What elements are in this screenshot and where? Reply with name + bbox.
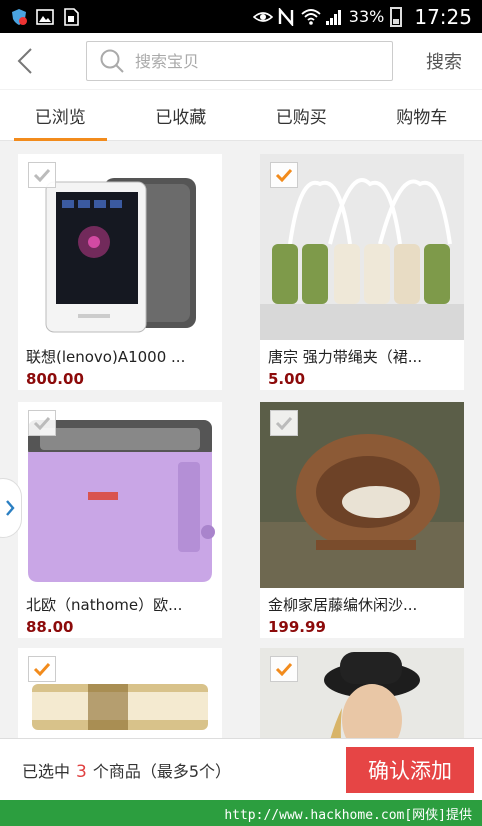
watermark: http://www.hackhome.com[网侠]提供	[0, 800, 482, 826]
wifi-icon	[301, 8, 321, 26]
product-image	[18, 648, 222, 738]
select-checkbox[interactable]	[28, 656, 56, 682]
tab-favorites[interactable]: 已收藏	[121, 90, 242, 140]
sim-card-icon	[62, 7, 80, 26]
product-image	[260, 648, 464, 738]
select-checkbox[interactable]	[270, 410, 298, 436]
product-name: 唐宗 强力带绳夹（裙...	[268, 348, 423, 366]
confirm-add-button[interactable]: 确认添加	[346, 747, 474, 793]
battery-icon	[390, 6, 403, 27]
product-card[interactable]	[18, 648, 222, 738]
product-price: 88.00	[26, 618, 74, 636]
product-image	[260, 154, 464, 340]
product-name: 联想(lenovo)A1000 ...	[26, 348, 186, 366]
shield-icon	[10, 8, 28, 26]
search-button[interactable]: 搜索	[426, 48, 462, 74]
product-image	[18, 154, 222, 340]
search-input[interactable]	[135, 51, 365, 71]
select-checkbox[interactable]	[270, 162, 298, 188]
checkmark-icon	[275, 168, 293, 182]
product-price: 800.00	[26, 370, 84, 388]
selection-summary: 已选中 3 个商品（最多5个）	[22, 758, 231, 782]
selected-suffix: 个商品（最多5个）	[92, 761, 232, 781]
battery-percent: 33%	[348, 7, 385, 26]
checkmark-icon	[275, 662, 293, 676]
chevron-right-icon	[6, 500, 15, 516]
signal-icon	[325, 8, 343, 26]
checkmark-icon	[33, 416, 51, 430]
image-icon	[36, 8, 54, 26]
product-card[interactable]: 北欧（nathome）欧... 88.00	[18, 402, 222, 638]
search-box[interactable]	[86, 41, 393, 81]
product-card[interactable]	[260, 648, 464, 738]
product-image	[18, 402, 222, 588]
checkmark-icon	[33, 168, 51, 182]
product-image	[260, 402, 464, 588]
product-card[interactable]: 联想(lenovo)A1000 ... 800.00	[18, 154, 222, 390]
notification-icons	[10, 7, 80, 26]
select-checkbox[interactable]	[270, 656, 298, 682]
status-bar: 33% 17:25	[0, 0, 482, 33]
tab-browsed[interactable]: 已浏览	[0, 90, 121, 141]
product-card[interactable]: 唐宗 强力带绳夹（裙... 5.00	[260, 154, 464, 390]
product-card[interactable]: 金柳家居藤编休闲沙... 199.99	[260, 402, 464, 638]
side-drawer-handle[interactable]	[0, 478, 22, 538]
search-icon	[100, 49, 124, 73]
selected-prefix: 已选中	[22, 761, 71, 781]
tab-bar: 已浏览 已收藏 已购买 购物车	[0, 90, 482, 141]
select-checkbox[interactable]	[28, 410, 56, 436]
status-time: 17:25	[414, 4, 472, 29]
product-name: 金柳家居藤编休闲沙...	[268, 596, 418, 614]
tab-cart[interactable]: 购物车	[362, 90, 482, 140]
nfc-icon	[277, 6, 295, 27]
checkmark-icon	[275, 416, 293, 430]
product-name: 北欧（nathome）欧...	[26, 596, 183, 614]
bottom-bar: 已选中 3 个商品（最多5个） 确认添加	[0, 738, 482, 800]
product-price: 5.00	[268, 370, 306, 388]
product-grid: 联想(lenovo)A1000 ... 800.00 唐宗 强力带绳夹（裙...…	[0, 142, 482, 738]
chevron-left-icon	[17, 48, 32, 74]
select-checkbox[interactable]	[28, 162, 56, 188]
checkmark-icon	[33, 662, 51, 676]
back-button[interactable]	[0, 33, 50, 89]
eye-icon	[252, 8, 274, 26]
selected-count: 3	[76, 761, 87, 782]
tab-purchased[interactable]: 已购买	[241, 90, 362, 140]
system-icons: 33% 17:25	[252, 4, 472, 29]
header: 搜索	[0, 33, 482, 89]
product-price: 199.99	[268, 618, 326, 636]
